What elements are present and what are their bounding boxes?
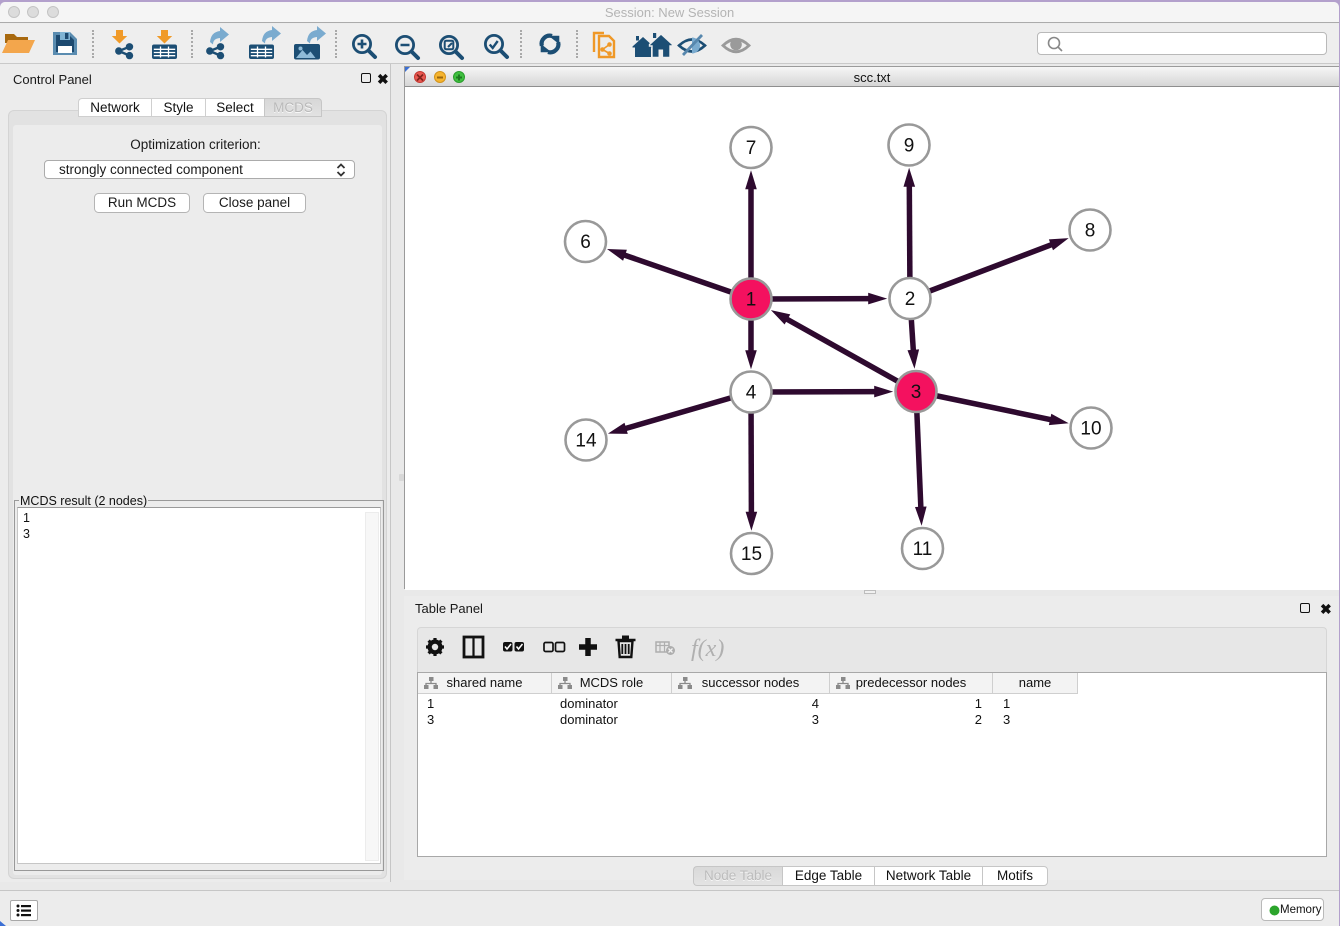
svg-text:7: 7 xyxy=(746,138,757,159)
svg-text:4: 4 xyxy=(746,383,757,404)
svg-text:2: 2 xyxy=(905,289,916,310)
svg-text:8: 8 xyxy=(1085,221,1096,242)
svg-text:15: 15 xyxy=(741,544,762,565)
svg-text:9: 9 xyxy=(904,136,915,157)
svg-text:3: 3 xyxy=(911,382,922,403)
svg-text:f(x): f(x) xyxy=(691,636,724,662)
svg-text:11: 11 xyxy=(913,539,933,560)
svg-text:10: 10 xyxy=(1080,419,1101,440)
svg-text:14: 14 xyxy=(575,431,597,452)
svg-text:6: 6 xyxy=(580,232,591,253)
svg-text:1: 1 xyxy=(746,290,757,311)
